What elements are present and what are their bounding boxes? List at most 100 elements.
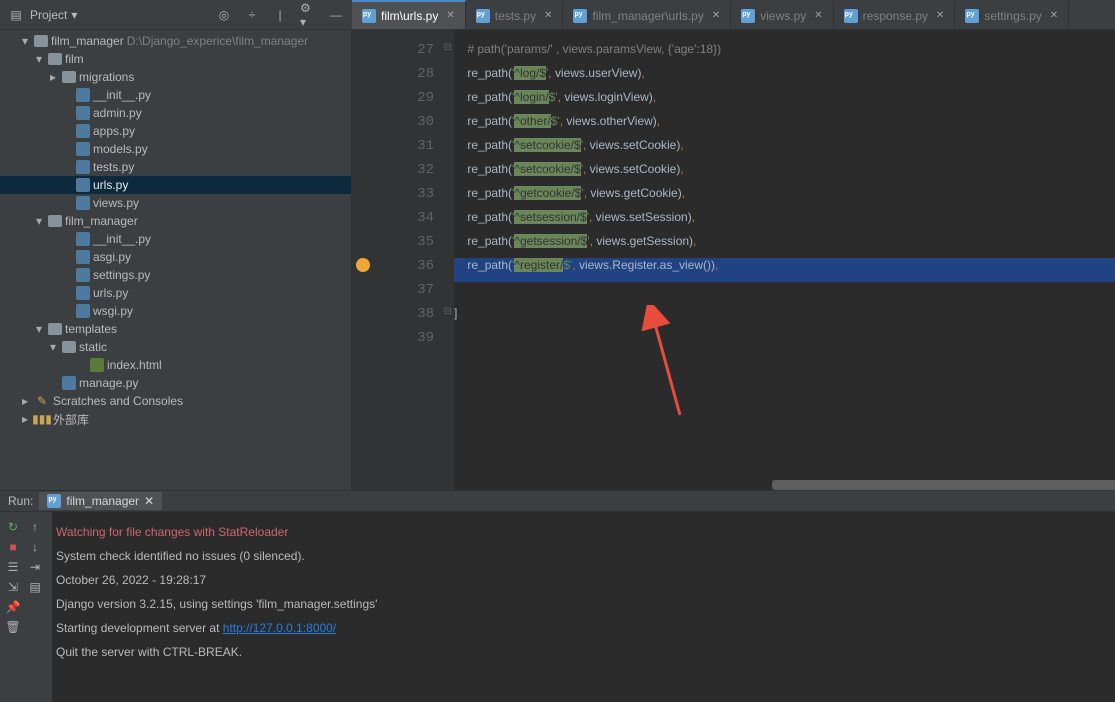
tree-row[interactable]: settings.py (0, 266, 351, 284)
chevron-icon[interactable]: ▾ (33, 52, 45, 66)
line-number: 33 (402, 186, 454, 210)
python-file-icon (76, 142, 90, 156)
editor-tabs: film\urls.py✕tests.py✕film_manager\urls.… (352, 0, 1115, 29)
step-up-icon[interactable]: ↑ (26, 518, 44, 536)
tree-row[interactable]: admin.py (0, 104, 351, 122)
code-line[interactable]: re_path('^setsession/$', views.setSessio… (454, 210, 1115, 234)
horizontal-scrollbar[interactable] (772, 480, 1109, 490)
tree-row[interactable]: __init__.py (0, 230, 351, 248)
run-label: Run: (8, 494, 33, 508)
tree-row[interactable]: tests.py (0, 158, 351, 176)
html-file-icon (90, 358, 104, 372)
scroll-icon[interactable]: ⇲ (4, 578, 22, 596)
chevron-icon[interactable]: ▾ (33, 214, 45, 228)
tree-row[interactable]: apps.py (0, 122, 351, 140)
chevron-icon[interactable]: ▾ (33, 322, 45, 336)
pin-icon[interactable]: 📌 (4, 598, 22, 616)
tree-row[interactable]: views.py (0, 194, 351, 212)
python-file-icon (76, 178, 90, 192)
editor-code-area[interactable]: # path('params/' , views.paramsView, {'a… (454, 30, 1115, 490)
editor-tab[interactable]: settings.py✕ (955, 0, 1069, 29)
line-number: 30 (402, 114, 454, 138)
tree-row[interactable]: ▸migrations (0, 68, 351, 86)
run-header: Run: film_manager ✕ (0, 490, 1115, 512)
close-icon[interactable]: ✕ (446, 10, 454, 21)
url-link[interactable]: http://127.0.0.1:8000/ (223, 621, 336, 635)
tree-row[interactable]: manage.py (0, 374, 351, 392)
chevron-icon[interactable]: ▸ (19, 412, 31, 426)
editor-tab[interactable]: film_manager\urls.py✕ (563, 0, 731, 29)
tree-row[interactable]: asgi.py (0, 248, 351, 266)
code-line[interactable]: re_path('^setcookie/$', views.setCookie)… (454, 138, 1115, 162)
tree-label: Scratches and Consoles (53, 394, 183, 408)
python-file-icon (76, 196, 90, 210)
code-editor[interactable]: 27⊟2829303132333435363738⊟39 # path('par… (352, 30, 1115, 490)
tree-row[interactable]: ▸▮▮▮外部库 (0, 410, 351, 428)
line-number: 36 (402, 258, 454, 282)
tree-row[interactable]: ▾film_manager D:\Django_experice\film_ma… (0, 32, 351, 50)
tree-row[interactable]: ▸✎Scratches and Consoles (0, 392, 351, 410)
code-line[interactable]: ] (454, 306, 1115, 330)
code-line[interactable]: re_path('^other/$', views.otherView), (454, 114, 1115, 138)
close-icon[interactable]: ✕ (814, 10, 822, 21)
close-icon[interactable]: ✕ (712, 10, 720, 21)
tree-row[interactable]: ▾film_manager (0, 212, 351, 230)
layout-icon[interactable]: ☰ (4, 558, 22, 576)
print-icon[interactable]: ▤ (26, 578, 44, 596)
code-line[interactable]: re_path('^getsession/$', views.getSessio… (454, 234, 1115, 258)
stop-icon[interactable]: ■ (4, 538, 22, 556)
tree-row[interactable]: ▾templates (0, 320, 351, 338)
tree-row[interactable]: ▾static (0, 338, 351, 356)
line-number: 29 (402, 90, 454, 114)
code-line[interactable]: re_path('^register/$', views.Register.as… (454, 258, 1115, 282)
close-icon[interactable]: ✕ (544, 10, 552, 21)
code-line[interactable]: re_path('^login/$', views.loginView), (454, 90, 1115, 114)
trash-icon[interactable]: 🗑 (4, 618, 22, 636)
chevron-icon[interactable]: ▾ (19, 34, 31, 48)
close-icon[interactable]: ✕ (1050, 10, 1058, 21)
chevron-icon[interactable]: ▾ (47, 340, 59, 354)
minimize-icon[interactable]: — (328, 7, 344, 23)
line-number: 34 (402, 210, 454, 234)
python-file-icon (476, 9, 490, 23)
code-line[interactable]: re_path('^getcookie/$', views.getCookie)… (454, 186, 1115, 210)
project-title[interactable]: Project ▾ (30, 8, 77, 22)
code-line[interactable]: re_path('^setcookie/$', views.setCookie)… (454, 162, 1115, 186)
tree-row[interactable]: __init__.py (0, 86, 351, 104)
code-line[interactable] (454, 330, 1115, 354)
collapse-icon[interactable]: ÷ (244, 7, 260, 23)
gear-icon[interactable]: ⚙ ▾ (300, 7, 316, 23)
code-line[interactable] (454, 282, 1115, 306)
python-file-icon (76, 250, 90, 264)
close-icon[interactable]: ✕ (936, 10, 944, 21)
rerun-icon[interactable]: ↻ (4, 518, 22, 536)
run-tab[interactable]: film_manager ✕ (39, 492, 162, 510)
tree-row[interactable]: urls.py (0, 176, 351, 194)
tree-row[interactable]: urls.py (0, 284, 351, 302)
editor-tab[interactable]: views.py ✕ (731, 0, 833, 29)
target-icon[interactable]: ◎ (216, 7, 232, 23)
console-output[interactable]: Watching for file changes with StatReloa… (52, 512, 1115, 702)
tree-label: settings.py (93, 268, 150, 282)
chevron-icon[interactable]: ▸ (47, 70, 59, 84)
editor-tab[interactable]: tests.py✕ (466, 0, 564, 29)
python-file-icon (76, 268, 90, 282)
tree-row[interactable]: ▾film (0, 50, 351, 68)
tree-row[interactable]: index.html (0, 356, 351, 374)
editor-tab[interactable]: film\urls.py✕ (352, 0, 466, 29)
editor-tab[interactable]: response.py ✕ (834, 0, 956, 29)
tree-row[interactable]: models.py (0, 140, 351, 158)
tree-row[interactable]: wsgi.py (0, 302, 351, 320)
chevron-icon[interactable]: ▸ (19, 394, 31, 408)
tab-label: response.py (863, 9, 928, 23)
step-down-icon[interactable]: ↓ (26, 538, 44, 556)
tab-label: views.py (760, 9, 806, 23)
project-tree[interactable]: ▾film_manager D:\Django_experice\film_ma… (0, 30, 352, 490)
close-icon[interactable]: ✕ (144, 494, 154, 508)
wrap-icon[interactable]: ⇥ (26, 558, 44, 576)
python-file-icon (844, 9, 858, 23)
folder-icon (48, 53, 62, 65)
code-line[interactable]: # path('params/' , views.paramsView, {'a… (454, 42, 1115, 66)
top-bar: ▤ Project ▾ ◎ ÷ | ⚙ ▾ — film\urls.py✕tes… (0, 0, 1115, 30)
code-line[interactable]: re_path('^log/$', views.userView), (454, 66, 1115, 90)
